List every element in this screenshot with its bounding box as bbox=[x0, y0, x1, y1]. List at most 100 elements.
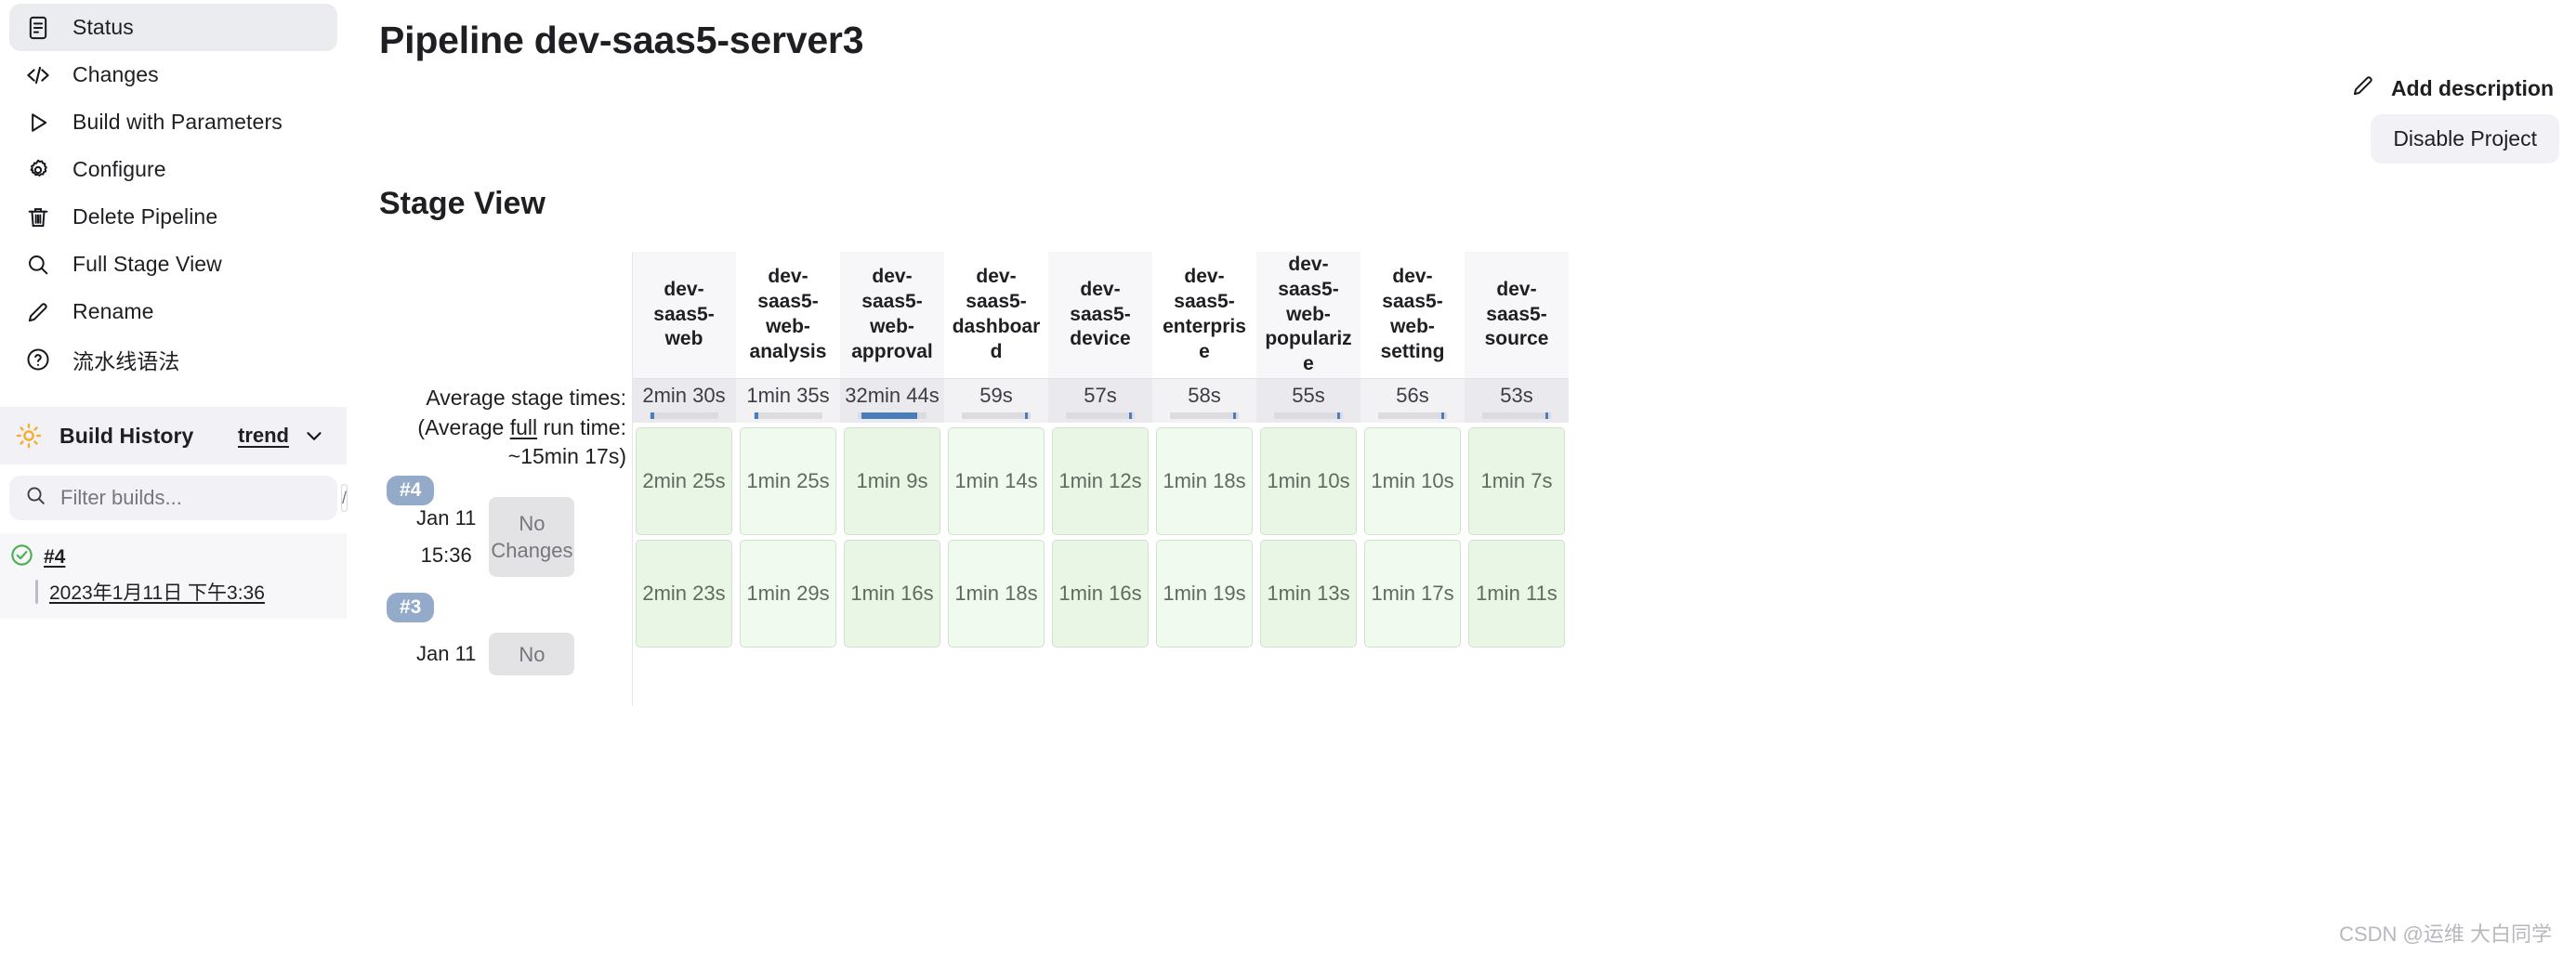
filter-builds-box[interactable]: / bbox=[9, 476, 348, 520]
sidebar-item-label: Configure bbox=[72, 157, 166, 181]
stage-average-time: 55s bbox=[1256, 378, 1360, 423]
play-icon bbox=[24, 109, 52, 137]
stage-cell[interactable]: 1min 18s bbox=[948, 540, 1045, 648]
stage-column: dev-saas5-device 57s 1min 12s 1min 16s bbox=[1048, 252, 1152, 652]
build-run-row: #3 Jan 11 No bbox=[379, 589, 632, 706]
stage-header: dev-saas5-web-setting bbox=[1360, 252, 1465, 378]
build-history-trend-control[interactable]: trend bbox=[238, 424, 326, 448]
build-datetime[interactable]: Jan 11 15:36 bbox=[403, 497, 490, 578]
stage-cell[interactable]: 1min 11s bbox=[1468, 540, 1565, 648]
stage-cell[interactable]: 1min 17s bbox=[1364, 540, 1461, 648]
build-date-marker bbox=[35, 580, 38, 604]
stage-average-time-text: 57s bbox=[1084, 383, 1117, 407]
sidebar-item-label: Changes bbox=[72, 62, 159, 86]
stage-cell[interactable]: 1min 19s bbox=[1156, 540, 1253, 648]
sun-icon bbox=[15, 422, 43, 450]
stage-header: dev-saas5-web-analysis bbox=[736, 252, 840, 378]
build-meta: Jan 11 15:36 No Changes bbox=[403, 497, 575, 578]
sidebar-item-label: 流水线语法 bbox=[72, 348, 180, 373]
stage-average-time: 58s bbox=[1152, 378, 1256, 423]
stage-duration-bar bbox=[650, 412, 718, 419]
build-number-link[interactable]: #4 bbox=[44, 546, 65, 569]
stage-header: dev-saas5-device bbox=[1048, 252, 1152, 378]
no-changes-button[interactable]: No Changes bbox=[489, 497, 575, 578]
stage-table-left-column: Average stage times: (Average full run t… bbox=[379, 252, 632, 706]
stage-cell[interactable]: 1min 13s bbox=[1260, 540, 1357, 648]
stage-cell[interactable]: 2min 23s bbox=[636, 540, 732, 648]
stage-duration-bar bbox=[1066, 412, 1135, 419]
stage-cell[interactable]: 1min 10s bbox=[1364, 427, 1461, 535]
stage-column: dev-saas5-web-popularize 55s 1min 10s 1min … bbox=[1256, 252, 1360, 652]
build-number-badge[interactable]: #3 bbox=[387, 593, 435, 623]
average-full-run-time-line: (Average full run time: ~15min 17s) bbox=[417, 414, 626, 469]
build-number-badge[interactable]: #4 bbox=[387, 476, 435, 506]
stage-cell[interactable]: 1min 10s bbox=[1260, 427, 1357, 535]
sidebar: Status Changes Build with Parameters Con… bbox=[0, 0, 348, 968]
stage-cell[interactable]: 1min 29s bbox=[740, 540, 836, 648]
sidebar-item-full-stage-view[interactable]: Full Stage View bbox=[9, 241, 337, 288]
stage-average-time: 59s bbox=[944, 378, 1048, 423]
build-history-title: Build History bbox=[59, 423, 194, 448]
stage-duration-bar bbox=[1482, 412, 1551, 419]
gear-icon bbox=[24, 156, 52, 184]
add-description-button[interactable]: Add description bbox=[2350, 72, 2554, 104]
sidebar-item-changes[interactable]: Changes bbox=[9, 51, 337, 98]
stage-column: dev-saas5-dashboard 59s 1min 14s 1min 18s bbox=[944, 252, 1048, 652]
build-history-header: Build History trend bbox=[0, 407, 347, 464]
watermark: CSDN @运维 大白同学 bbox=[2339, 922, 2552, 946]
filter-builds-input[interactable] bbox=[60, 476, 328, 520]
stage-cell[interactable]: 1min 18s bbox=[1156, 427, 1253, 535]
stage-view-table: Average stage times: (Average full run t… bbox=[379, 252, 2576, 707]
stage-cell[interactable]: 1min 9s bbox=[844, 427, 940, 535]
sidebar-item-configure[interactable]: Configure bbox=[9, 146, 337, 193]
build-meta: Jan 11 No bbox=[403, 633, 575, 676]
sidebar-nav: Status Changes Build with Parameters Con… bbox=[0, 4, 347, 383]
build-history-list: #4 2023年1月11日 下午3:36 bbox=[0, 533, 347, 619]
stage-duration-bar bbox=[962, 412, 1031, 419]
stage-average-time-text: 55s bbox=[1292, 383, 1325, 407]
stage-header: dev-saas5-web bbox=[632, 252, 736, 378]
disable-project-button[interactable]: Disable Project bbox=[2371, 114, 2559, 164]
stage-header: dev-saas5-web-approval bbox=[840, 252, 944, 378]
stage-cell[interactable]: 1min 16s bbox=[844, 540, 940, 648]
sidebar-item-label: Delete Pipeline bbox=[72, 204, 218, 229]
stage-average-time: 53s bbox=[1465, 378, 1569, 423]
stage-average-time-text: 58s bbox=[1188, 383, 1221, 407]
no-changes-button[interactable]: No bbox=[489, 633, 575, 676]
stage-duration-bar bbox=[754, 412, 822, 419]
stage-cell[interactable]: 1min 14s bbox=[948, 427, 1045, 535]
sidebar-item-pipeline-syntax[interactable]: 流水线语法 bbox=[9, 335, 337, 383]
stage-column: dev-saas5-web-approval 32min 44s 1min 9s 1m… bbox=[840, 252, 944, 652]
stage-average-time-text: 59s bbox=[979, 383, 1013, 407]
stage-cell[interactable]: 1min 12s bbox=[1052, 427, 1149, 535]
stage-cell[interactable]: 1min 25s bbox=[740, 427, 836, 535]
stage-column: dev-saas5-web 2min 30s 2min 25s 2min 23s bbox=[632, 252, 736, 652]
chevron-down-icon[interactable] bbox=[302, 424, 326, 448]
sidebar-item-build-with-parameters[interactable]: Build with Parameters bbox=[9, 98, 337, 146]
stage-average-time-text: 56s bbox=[1396, 383, 1429, 407]
main-content: Pipeline dev-saas5-server3 Add descripti… bbox=[348, 0, 2576, 968]
stage-header: dev-saas5-enterprise bbox=[1152, 252, 1256, 378]
stage-duration-bar bbox=[1170, 412, 1239, 419]
trend-link[interactable]: trend bbox=[238, 424, 289, 448]
full-link[interactable]: full bbox=[510, 415, 537, 439]
sidebar-item-delete-pipeline[interactable]: Delete Pipeline bbox=[9, 193, 337, 241]
stage-average-time: 2min 30s bbox=[632, 378, 736, 423]
build-date-text: Jan 11 bbox=[416, 642, 477, 666]
sidebar-item-status[interactable]: Status bbox=[9, 4, 337, 51]
trash-icon bbox=[24, 203, 52, 231]
list-item[interactable]: #4 2023年1月11日 下午3:36 bbox=[0, 533, 347, 619]
stage-cell[interactable]: 1min 16s bbox=[1052, 540, 1149, 648]
stage-cell[interactable]: 2min 25s bbox=[636, 427, 732, 535]
sidebar-item-rename[interactable]: Rename bbox=[9, 288, 337, 335]
add-description-label: Add description bbox=[2390, 75, 2554, 100]
stage-cell[interactable]: 1min 7s bbox=[1468, 427, 1565, 535]
stage-column: dev-saas5-source 53s 1min 7s 1min 11s bbox=[1465, 252, 1569, 652]
stage-view-title: Stage View bbox=[379, 186, 545, 221]
page-title: Pipeline dev-saas5-server3 bbox=[379, 19, 864, 61]
build-datetime[interactable]: Jan 11 bbox=[403, 633, 490, 676]
build-date-link[interactable]: 2023年1月11日 下午3:36 bbox=[35, 578, 337, 606]
stage-average-time-text: 1min 35s bbox=[746, 383, 830, 407]
stage-grid: dev-saas5-web 2min 30s 2min 25s 2min 23s dev… bbox=[632, 252, 2576, 707]
grid-left-edge bbox=[632, 252, 633, 707]
